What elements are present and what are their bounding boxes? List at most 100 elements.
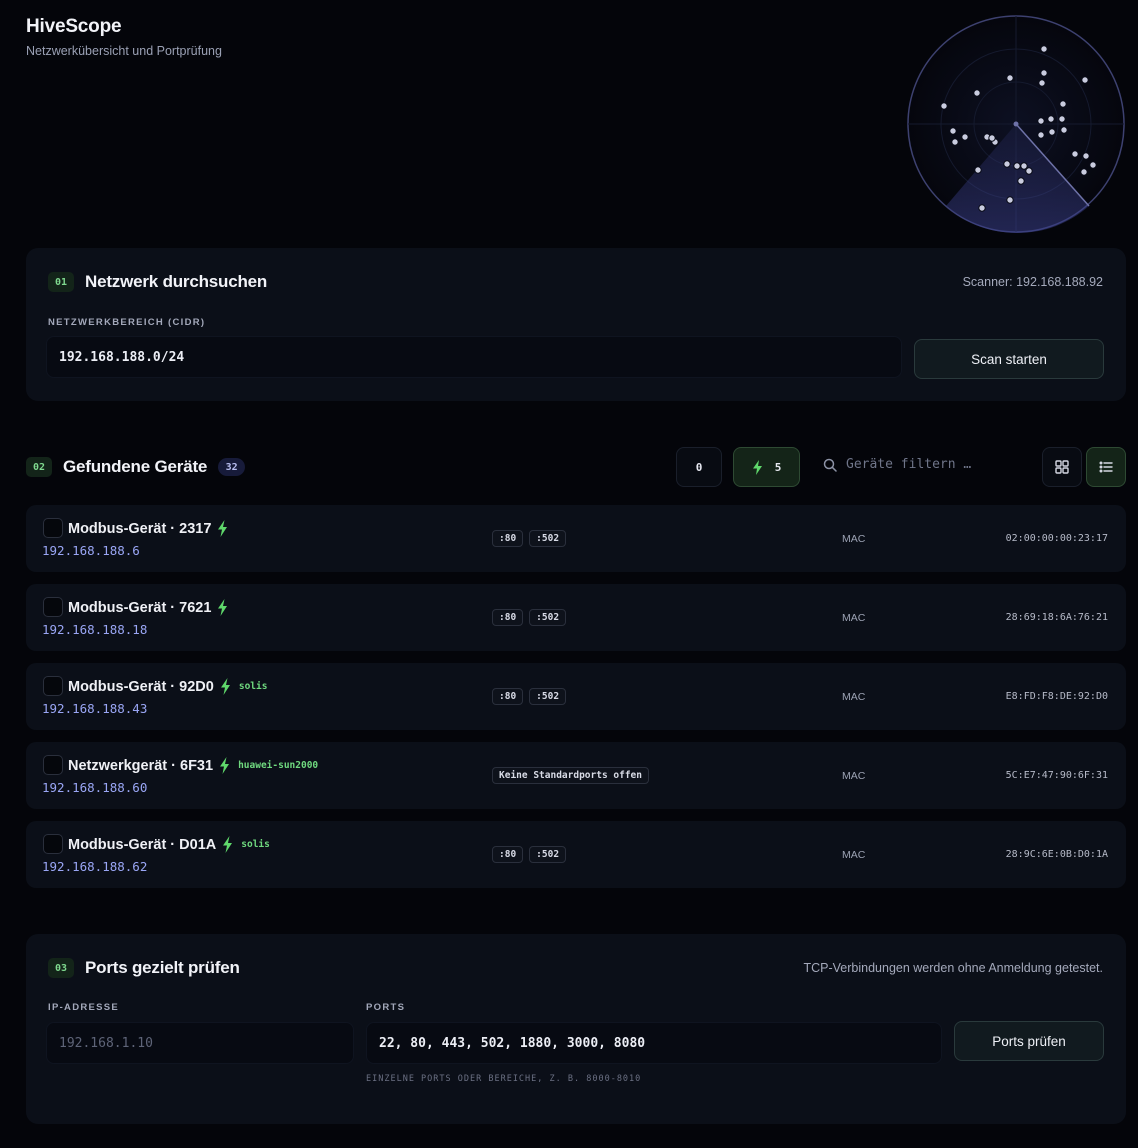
- device-ip: 192.168.188.6: [42, 543, 140, 558]
- radar-host-dot: [961, 133, 969, 141]
- device-mac: 28:9C:6E:0B:D0:1A: [1005, 849, 1108, 860]
- mac-label: MAC: [842, 612, 866, 624]
- step-badge: 01: [48, 272, 74, 292]
- port-chip: :502: [529, 846, 567, 863]
- step-badge: 03: [48, 958, 74, 978]
- list-icon: [1099, 461, 1113, 473]
- port-chip: :502: [529, 688, 567, 705]
- mac-label: MAC: [842, 691, 866, 703]
- ip-label: IP-ADRESSE: [48, 1002, 120, 1013]
- device-mac: 5C:E7:47:90:6F:31: [1005, 770, 1108, 781]
- ports-card: 03 Ports gezielt prüfen TCP-Verbindungen…: [26, 934, 1126, 1124]
- device-row[interactable]: Modbus-Gerät · 2317 192.168.188.6 :80 :50…: [26, 505, 1126, 572]
- device-name: Modbus-Gerät · D01A: [68, 836, 217, 853]
- device-row[interactable]: Modbus-Gerät · 92D0 solis 192.168.188.43…: [26, 663, 1126, 730]
- device-checkbox[interactable]: [43, 834, 63, 854]
- radar-host-dot: [1080, 168, 1088, 176]
- device-search[interactable]: Geräte filtern …: [823, 457, 971, 472]
- ip-input[interactable]: 192.168.1.10: [46, 1022, 354, 1064]
- device-row[interactable]: Modbus-Gerät · D01A solis 192.168.188.62…: [26, 821, 1126, 888]
- bolt-icon: [220, 757, 230, 774]
- ports-note: TCP-Verbindungen werden ohne Anmeldung g…: [803, 961, 1103, 975]
- device-row[interactable]: Modbus-Gerät · 7621 192.168.188.18 :80:5…: [26, 584, 1126, 651]
- device-checkbox[interactable]: [43, 755, 63, 775]
- radar-host-dot: [974, 166, 982, 174]
- device-tag: huawei-sun2000: [238, 760, 319, 771]
- radar-host-dot: [1006, 74, 1014, 82]
- radar-host-dot: [1006, 196, 1014, 204]
- scan-title: Netzwerk durchsuchen: [85, 272, 268, 291]
- device-mac: 02:00:00:00:23:17: [1005, 533, 1108, 544]
- bolt-icon: [218, 599, 228, 616]
- scan-start-button[interactable]: Scan starten: [914, 339, 1104, 379]
- radar-host-dot: [973, 89, 981, 97]
- radar-host-dot: [1037, 117, 1045, 125]
- radar-host-dot: [1025, 167, 1033, 175]
- device-mac: E8:FD:F8:DE:92:D0: [1005, 691, 1108, 702]
- ports-input[interactable]: 22, 80, 443, 502, 1880, 3000, 8080: [366, 1022, 942, 1064]
- radar-host-dot: [1013, 162, 1021, 170]
- ports-helper-text: EINZELNE PORTS ODER BEREICHE, Z. B. 8000…: [366, 1074, 642, 1084]
- filter-modbus-button[interactable]: 5: [733, 447, 800, 487]
- port-chip: :502: [529, 530, 567, 547]
- port-chip: Keine Standardports offen: [492, 767, 649, 784]
- radar-host-dot: [1020, 162, 1028, 170]
- app-title: HiveScope: [26, 16, 122, 37]
- radar-host-dot: [1071, 150, 1079, 158]
- grid-view-button[interactable]: [1042, 447, 1082, 487]
- scan-card: 01 Netzwerk durchsuchen Scanner: 192.168…: [26, 248, 1126, 401]
- scanner-ip: Scanner: 192.168.188.92: [962, 275, 1103, 289]
- radar-host-dot: [1081, 76, 1089, 84]
- device-mac: 28:69:18:6A:76:21: [1005, 612, 1108, 623]
- device-ports: :80:502: [492, 688, 567, 705]
- list-view-button[interactable]: [1086, 447, 1126, 487]
- radar-host-dot: [1058, 115, 1066, 123]
- filter-bolt-count: 5: [774, 460, 782, 474]
- ports-title: Ports gezielt prüfen: [85, 958, 240, 977]
- bolt-icon: [218, 520, 228, 537]
- step-badge: 02: [26, 457, 52, 477]
- bolt-icon: [220, 678, 230, 695]
- radar-host-dot: [951, 138, 959, 146]
- device-checkbox[interactable]: [43, 597, 63, 617]
- radar-host-dot: [988, 134, 996, 142]
- device-checkbox[interactable]: [43, 518, 63, 538]
- device-ports: Keine Standardports offen: [492, 767, 649, 784]
- radar-host-dot: [1060, 126, 1068, 134]
- radar-graphic: [907, 15, 1125, 234]
- device-ip: 192.168.188.18: [42, 622, 148, 637]
- cidr-label: NETZWERKBEREICH (CIDR): [48, 317, 206, 328]
- radar-host-dot: [978, 204, 986, 212]
- filter-all-button[interactable]: 0: [676, 447, 722, 487]
- port-chip: :80: [492, 846, 524, 863]
- devices-header: 02 Gefundene Geräte 32: [26, 457, 246, 477]
- device-ports: :80 :502: [492, 846, 567, 863]
- device-row[interactable]: Netzwerkgerät · 6F31 huawei-sun2000 192.…: [26, 742, 1126, 809]
- app-subtitle: Netzwerkübersicht und Portprüfung: [26, 44, 222, 58]
- cidr-input[interactable]: 192.168.188.0/24: [46, 336, 902, 378]
- filter-zero-count: 0: [695, 460, 703, 474]
- device-count-badge: 32: [218, 458, 246, 476]
- device-name: Modbus-Gerät · 2317: [68, 520, 212, 537]
- port-chip: :80: [492, 609, 524, 626]
- radar-host-dot: [1040, 45, 1048, 53]
- search-input[interactable]: Geräte filtern …: [846, 457, 971, 472]
- device-name: Modbus-Gerät · 92D0: [68, 678, 214, 695]
- bolt-icon: [223, 836, 233, 853]
- bolt-icon: [752, 459, 762, 475]
- mac-label: MAC: [842, 533, 866, 545]
- ports-check-button[interactable]: Ports prüfen: [954, 1021, 1104, 1061]
- mac-label: MAC: [842, 770, 866, 782]
- port-chip: :80: [492, 530, 524, 547]
- device-checkbox[interactable]: [43, 676, 63, 696]
- grid-icon: [1055, 460, 1069, 474]
- ports-label: PORTS: [366, 1002, 406, 1013]
- device-name: Netzwerkgerät · 6F31: [68, 757, 214, 774]
- device-tag: solis: [241, 839, 270, 850]
- port-chip: :502: [529, 609, 567, 626]
- radar-host-dot: [1047, 115, 1055, 123]
- device-ports: :80 :502: [492, 530, 567, 547]
- radar-host-dot: [1038, 79, 1046, 87]
- radar-host-dot: [1040, 69, 1048, 77]
- device-ports: :80 :502: [492, 609, 567, 626]
